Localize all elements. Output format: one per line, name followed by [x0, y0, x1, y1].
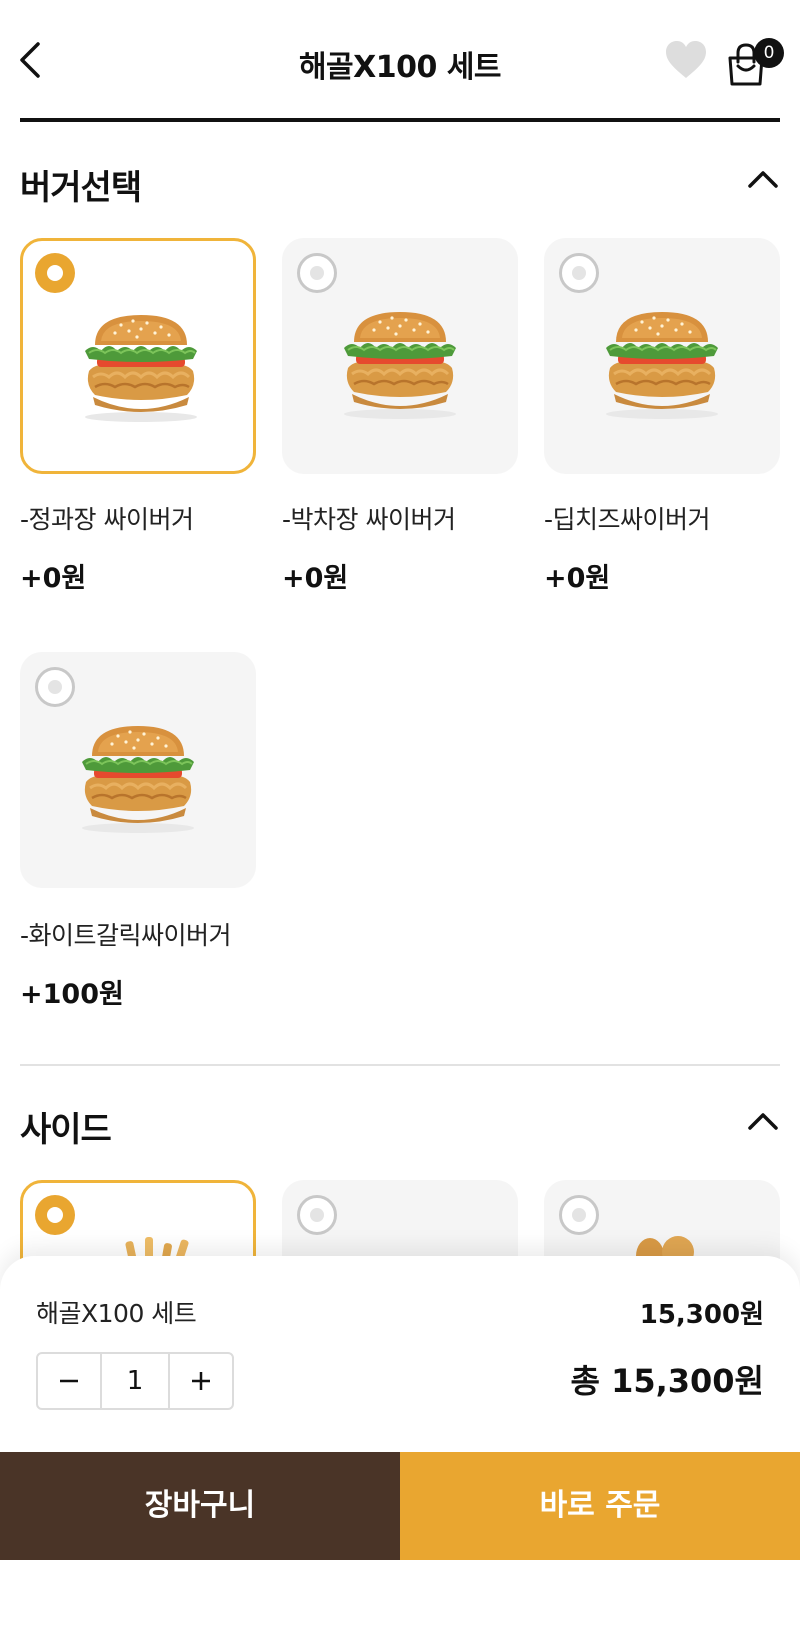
burger-option-price: +0원 [282, 563, 349, 594]
quantity-stepper: 1 [36, 1352, 234, 1410]
section-title: 사이드 [20, 1110, 112, 1150]
burger-option-name: -화이트갈릭싸이버거 [20, 921, 232, 950]
radio-selected-icon[interactable] [35, 253, 75, 293]
radio-unselected-icon[interactable] [35, 667, 75, 707]
favorite-button[interactable] [664, 38, 708, 82]
section-divider [20, 1064, 780, 1066]
collapse-button[interactable] [746, 1104, 780, 1138]
bottom-safe-area [0, 1560, 800, 1626]
section-title: 버거선택 [20, 168, 142, 208]
summary-unit-price: 15,300원 [639, 1300, 764, 1330]
chevron-up-icon [748, 171, 778, 188]
quantity-value: 1 [100, 1354, 170, 1408]
plus-icon [192, 1372, 210, 1390]
burger-option-price: +0원 [20, 563, 87, 594]
increase-button[interactable] [170, 1354, 232, 1408]
burger-section-header[interactable]: 버거선택 [20, 150, 780, 210]
burger-option-name: -박차장 싸이버거 [282, 505, 456, 534]
decrease-button[interactable] [38, 1354, 100, 1408]
burger-image [330, 302, 470, 422]
burger-option-card[interactable] [544, 238, 780, 474]
burger-option-card[interactable] [282, 238, 518, 474]
burger-option-price: +0원 [544, 563, 611, 594]
total-price: 총 15,300원 [570, 1362, 764, 1400]
header-divider [20, 118, 780, 122]
summary-product-name: 해골X100 세트 [36, 1299, 197, 1328]
radio-unselected-icon[interactable] [297, 1195, 337, 1235]
burger-image [71, 305, 211, 425]
burger-option-card[interactable] [20, 652, 256, 888]
burger-option-name: -딥치즈싸이버거 [544, 505, 711, 534]
cart-count-badge: 0 [754, 38, 784, 68]
burger-option-card[interactable] [20, 238, 256, 474]
order-summary-sheet: 해골X100 세트 15,300원 1 총 15,300원 [0, 1256, 800, 1456]
burger-image [592, 302, 732, 422]
burger-option-price: +100원 [20, 979, 124, 1010]
app-header: 해골X100 세트 0 [0, 0, 800, 122]
radio-unselected-icon[interactable] [559, 1195, 599, 1235]
radio-selected-icon[interactable] [35, 1195, 75, 1235]
chevron-up-icon [748, 1113, 778, 1130]
side-section-header[interactable]: 사이드 [20, 1092, 780, 1152]
radio-unselected-icon[interactable] [559, 253, 599, 293]
burger-option-name: -정과장 싸이버거 [20, 505, 194, 534]
add-to-cart-button[interactable]: 장바구니 [0, 1452, 400, 1560]
minus-icon [60, 1379, 78, 1383]
collapse-button[interactable] [746, 162, 780, 196]
order-now-button[interactable]: 바로 주문 [400, 1452, 800, 1560]
cart-button[interactable]: 0 [724, 36, 784, 88]
radio-unselected-icon[interactable] [297, 253, 337, 293]
burger-image [68, 716, 208, 836]
heart-icon [666, 41, 706, 78]
